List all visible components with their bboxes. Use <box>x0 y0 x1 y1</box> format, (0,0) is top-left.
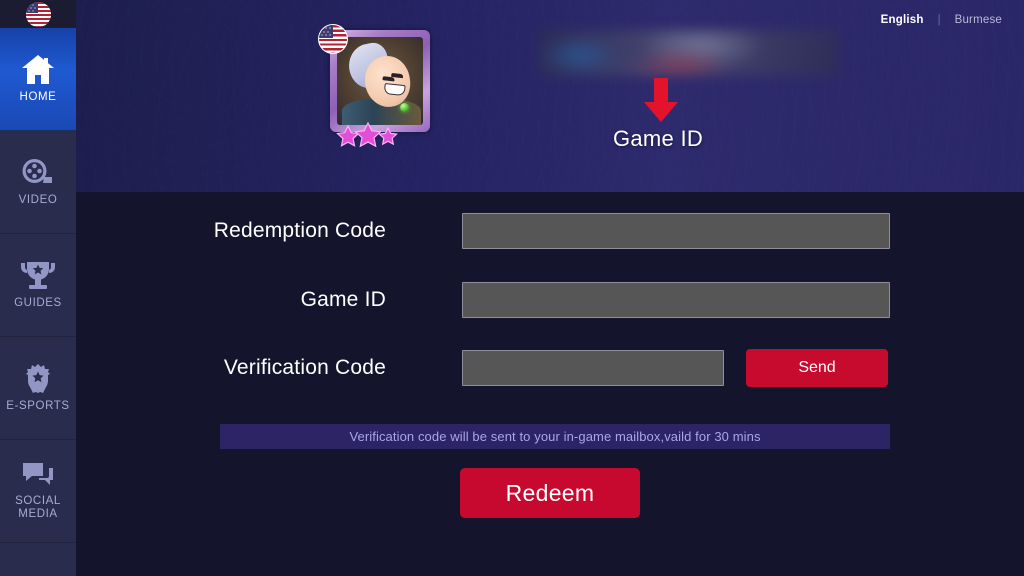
redemption-code-input[interactable] <box>462 213 890 249</box>
shield-star-icon <box>21 363 55 394</box>
label-game-id: Game ID <box>300 288 386 311</box>
send-code-button[interactable]: Send <box>746 349 888 387</box>
sidebar-item-video[interactable]: VIDEO <box>0 131 76 234</box>
avatar[interactable] <box>318 24 442 150</box>
verification-notice: Verification code will be sent to your i… <box>220 424 890 449</box>
language-switcher: English | Burmese <box>881 14 1002 26</box>
avatar-portrait <box>337 37 423 125</box>
sidebar-item-label-esports: E-SPORTS <box>6 400 70 412</box>
header-pattern <box>76 0 1024 192</box>
film-reel-icon <box>21 157 55 188</box>
avatar-country-flag-icon <box>318 24 348 54</box>
sidebar-item-home[interactable]: HOME <box>0 28 76 131</box>
trophy-icon <box>20 260 56 291</box>
form-row-game-id: Game ID <box>76 281 1024 319</box>
red-down-arrow-icon <box>642 78 680 122</box>
sidebar-item-label-social-media: SOCIAL MEDIA <box>15 495 61 521</box>
sidebar-item-social-media[interactable]: SOCIAL MEDIA <box>0 440 76 543</box>
sidebar-item-esports[interactable]: E-SPORTS <box>0 337 76 440</box>
sidebar-item-label-video: VIDEO <box>18 194 58 206</box>
redeem-form: Redemption Code Game ID Verification Cod… <box>76 192 1024 576</box>
avatar-gem-icon <box>400 102 410 112</box>
chat-bubbles-icon <box>21 461 55 489</box>
language-option-burmese[interactable]: Burmese <box>955 14 1002 26</box>
redeem-page: HOME VIDEO GUIDES E-SPORTS SOCIAL MEDIA … <box>0 0 1024 576</box>
language-option-english[interactable]: English <box>881 14 924 26</box>
blurred-account-name <box>538 30 838 76</box>
sidebar: HOME VIDEO GUIDES E-SPORTS SOCIAL MEDIA <box>0 0 76 576</box>
sidebar-item-guides[interactable]: GUIDES <box>0 234 76 337</box>
game-id-input[interactable] <box>462 282 890 318</box>
avatar-mouth <box>384 83 407 97</box>
form-row-redemption-code: Redemption Code <box>76 212 1024 250</box>
avatar-rank-stars <box>332 121 406 148</box>
redeem-button-container: Redeem <box>76 468 1024 518</box>
sidebar-item-label-guides: GUIDES <box>14 297 62 309</box>
avatar-eye-left <box>382 76 396 83</box>
us-flag-icon <box>25 1 51 27</box>
page-header: English | Burmese Game ID <box>76 0 1024 192</box>
social-line-2: MEDIA <box>18 508 58 520</box>
home-icon <box>21 54 55 85</box>
sidebar-item-label-home: HOME <box>19 91 57 103</box>
sidebar-region-flag[interactable] <box>0 0 76 28</box>
redeem-button[interactable]: Redeem <box>460 468 640 518</box>
social-line-1: SOCIAL <box>15 495 61 507</box>
verification-code-input[interactable] <box>462 350 724 386</box>
label-verification-code: Verification Code <box>223 356 386 379</box>
form-row-verification-code: Verification Code Send <box>76 349 1024 387</box>
label-redemption-code: Redemption Code <box>213 219 386 242</box>
game-id-caption: Game ID <box>612 126 704 151</box>
language-separator: | <box>937 14 941 26</box>
